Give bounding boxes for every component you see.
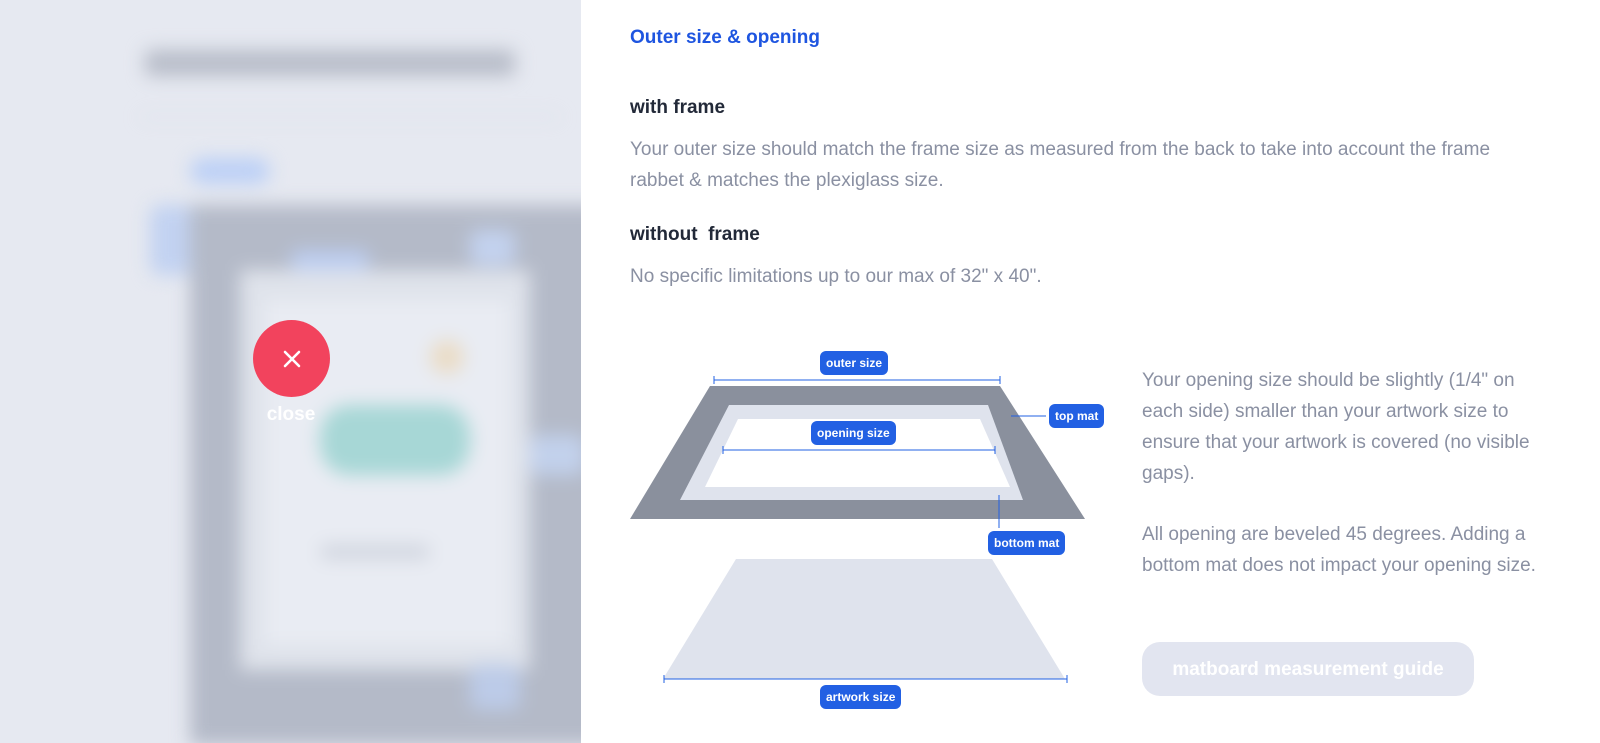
opening-notes: Your opening size should be slightly (1/…	[1142, 365, 1542, 611]
blurred-chip	[530, 435, 581, 475]
close-label: close	[266, 404, 316, 425]
with-frame-text: Your outer size should match the frame s…	[630, 139, 1491, 191]
artwork-size-tag: artwork size	[820, 685, 902, 709]
blurred-divider	[140, 116, 560, 118]
blurred-button	[320, 405, 470, 475]
blurred-chip	[290, 250, 370, 270]
section-title: Outer size & opening	[630, 27, 821, 48]
bevel-note: All opening are beveled 45 degrees. Addi…	[1142, 524, 1536, 576]
blurred-chip	[470, 230, 515, 265]
bottom-mat-tag: bottom mat	[988, 531, 1066, 555]
close-button[interactable]	[253, 320, 330, 397]
blurred-chip	[470, 665, 520, 710]
blurred-dot	[430, 340, 464, 374]
measurement-guide-button[interactable]: matboard measurement guide	[1142, 642, 1474, 696]
with-frame-heading: with frame	[630, 97, 726, 118]
blurred-side-tab	[150, 205, 192, 275]
info-panel: Outer size & opening with frame Your out…	[581, 0, 1600, 743]
outer-size-tag: outer size	[820, 351, 889, 375]
opening-size-tag: opening size	[811, 421, 896, 445]
top-mat-tag: top mat	[1049, 404, 1105, 428]
without-frame-heading: without frame	[630, 224, 760, 245]
mat-diagram: outer size top mat opening size bottom m…	[626, 345, 1105, 720]
close-icon	[283, 350, 300, 367]
blurred-title	[145, 50, 515, 76]
artwork-shape	[663, 559, 1065, 679]
opening-note: Your opening size should be slightly (1/…	[1142, 370, 1530, 484]
without-frame-text: No specific limitations up to our max of…	[630, 266, 1042, 287]
blurred-text-line	[320, 545, 430, 559]
blurred-pill	[190, 158, 270, 184]
